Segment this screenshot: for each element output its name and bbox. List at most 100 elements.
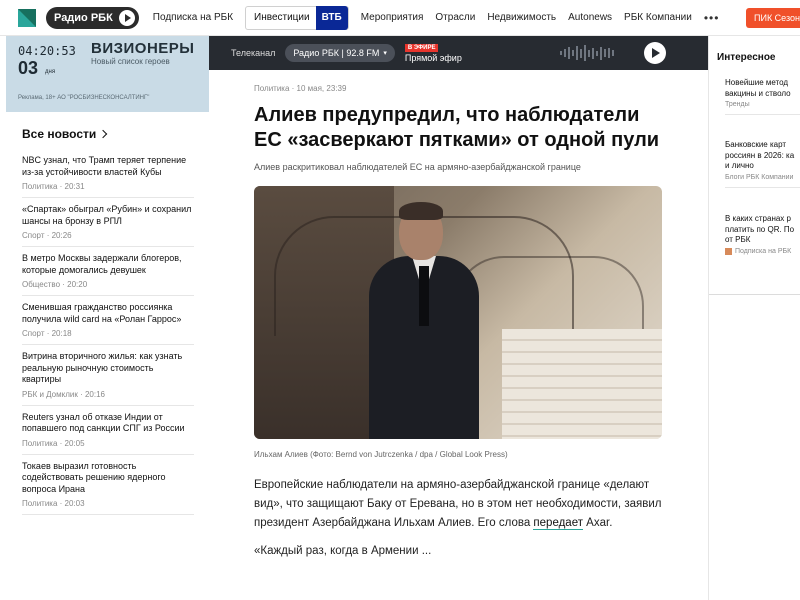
visionaries-promo-banner[interactable]: 04:20:53 03 дня ВИЗИОНЕРЫ Новый список г… bbox=[6, 36, 209, 112]
news-item[interactable]: Reuters узнал об отказе Индии от попавше… bbox=[22, 406, 194, 455]
interesting-item-meta-text: Тренды bbox=[725, 101, 750, 108]
nav-link-events[interactable]: Мероприятия bbox=[361, 12, 424, 23]
news-item[interactable]: Витрина вторичного жилья: как узнать реа… bbox=[22, 345, 194, 406]
news-item-title: В метро Москвы задержали блогеров, котор… bbox=[22, 253, 182, 275]
interesting-item-title-line: россиян в 2026: ка bbox=[725, 150, 795, 160]
news-item[interactable]: «Спартак» обыграл «Рубин» и сохранил шан… bbox=[22, 198, 194, 247]
waveform-bar bbox=[559, 51, 562, 55]
news-item-meta: Спорт · 20:26 bbox=[22, 231, 72, 240]
article-photo bbox=[254, 186, 662, 439]
live-label: Прямой эфир bbox=[404, 52, 462, 63]
waveform-bar bbox=[611, 50, 614, 56]
news-item-title: «Спартак» обыграл «Рубин» и сохранил шан… bbox=[22, 204, 192, 226]
article-subtitle: Алиев раскритиковал наблюдателей ЕС на а… bbox=[254, 162, 581, 172]
waveform-bar bbox=[599, 46, 602, 60]
nav-link-rbc-companies[interactable]: РБК Компании bbox=[624, 12, 692, 23]
interesting-item-title-line: от РБК bbox=[725, 235, 751, 244]
investments-label: Инвестиции bbox=[254, 12, 310, 23]
waveform-bar bbox=[587, 49, 590, 57]
radio-rbc-button[interactable]: Радио РБК bbox=[46, 6, 139, 29]
main-content: Телеканал Радио РБК | 92.8 FM ▾ В ЭФИРЕ … bbox=[209, 36, 708, 600]
interesting-item-meta: Подписка на РБК bbox=[725, 247, 800, 255]
all-news-label: Все новости bbox=[22, 127, 97, 141]
news-item-meta: Политика · 20:31 bbox=[22, 182, 85, 191]
nav-link-autonews[interactable]: Autonews bbox=[568, 12, 612, 23]
chevron-right-icon bbox=[99, 129, 108, 139]
interesting-item-title-line: Новейшие метод bbox=[725, 78, 789, 87]
news-item-meta: РБК и Домклик · 20:16 bbox=[22, 389, 105, 399]
divider bbox=[725, 186, 800, 188]
promo-title: ВИЗИОНЕРЫ bbox=[91, 40, 195, 57]
article-meta: Политика · 10 мая, 23:39 bbox=[254, 84, 347, 93]
article-headline: Алиев предупредил, что наблюдатели ЕС «з… bbox=[254, 104, 660, 151]
interesting-item-meta-text: Подписка на РБК bbox=[735, 247, 792, 255]
top-navigation: Радио РБК Подписка на РБК Инвестиции ВТБ… bbox=[0, 0, 800, 36]
waveform-bar bbox=[579, 48, 582, 58]
interesting-header: Интересное bbox=[717, 52, 776, 63]
promo-ad-note: Реклама, 18+ АО "РОСБИЗНЕСКОНСАЛТИНГ" bbox=[18, 95, 150, 101]
photo-caption: Ильхам Алиев (Фото: Bernd von Jutrczenka… bbox=[254, 450, 508, 459]
interesting-item-meta-text: Блоги РБК Компании bbox=[725, 173, 794, 181]
article: Политика · 10 мая, 23:39 Алиев предупред… bbox=[254, 84, 664, 557]
waveform-bar bbox=[607, 48, 610, 58]
waveform-bar bbox=[603, 49, 606, 57]
promo-subtitle: Новый список героев bbox=[91, 57, 170, 66]
news-item-title: NBC узнал, что Трамп теряет терпение из-… bbox=[22, 155, 187, 177]
news-item-title: Токаев выразил готовность содействовать … bbox=[22, 460, 166, 494]
live-play-button[interactable] bbox=[643, 42, 666, 64]
more-dots-icon[interactable]: ••• bbox=[704, 11, 720, 25]
waveform-bar bbox=[571, 50, 574, 56]
article-lead: Европейские наблюдатели на армяно-азерба… bbox=[254, 476, 664, 533]
news-item[interactable]: В метро Москвы задержали блогеров, котор… bbox=[22, 247, 194, 296]
interesting-item-title-line: вакцины и стволо bbox=[725, 88, 791, 98]
chevron-down-icon: ▾ bbox=[383, 50, 387, 57]
article-lead-text-end: Axar. bbox=[582, 517, 613, 529]
interesting-item[interactable]: Банковские карт россиян в 2026: ка и лич… bbox=[725, 140, 800, 188]
news-item-title: Reuters узнал об отказе Индии от попавше… bbox=[22, 411, 185, 434]
all-news-link[interactable]: Все новости bbox=[22, 127, 209, 141]
radio-rbc-label: Радио РБК bbox=[54, 11, 113, 24]
waveform-bar bbox=[583, 45, 586, 61]
countdown-days: 03 bbox=[18, 58, 39, 78]
tv-channel-link[interactable]: Телеканал bbox=[231, 48, 275, 58]
news-item[interactable]: Сменившая гражданство россиянка получила… bbox=[22, 296, 194, 345]
interesting-item-meta: Тренды bbox=[725, 101, 800, 108]
nav-link-realty[interactable]: Недвижимость bbox=[487, 12, 556, 23]
news-item-meta: Общество · 20:20 bbox=[22, 280, 88, 289]
live-broadcast-bar: Телеканал Радио РБК | 92.8 FM ▾ В ЭФИРЕ … bbox=[209, 36, 708, 70]
source-link[interactable]: передает bbox=[533, 517, 583, 530]
interesting-item-title-line: Банковские карт bbox=[725, 140, 787, 149]
news-item-meta: Политика · 20:05 bbox=[22, 438, 85, 448]
vtb-logo: ВТБ bbox=[315, 5, 348, 30]
news-item-title: Витрина вторичного жилья: как узнать реа… bbox=[22, 351, 183, 384]
rbc-logo-icon[interactable] bbox=[18, 8, 36, 27]
nav-link-industries[interactable]: Отрасли bbox=[435, 12, 475, 23]
interesting-item-title-line: В каких странах р bbox=[725, 214, 791, 223]
waveform-bar bbox=[591, 47, 594, 59]
on-air-badge: В ЭФИРЕ bbox=[404, 43, 439, 52]
audio-waveform-icon bbox=[559, 43, 616, 63]
divider bbox=[709, 294, 800, 295]
news-item[interactable]: Токаев выразил готовность содействовать … bbox=[22, 455, 194, 515]
divider bbox=[725, 114, 800, 115]
right-column: Интересное Новейшие метод вакцины и ство… bbox=[708, 36, 800, 600]
left-column: 04:20:53 03 дня ВИЗИОНЕРЫ Новый список г… bbox=[6, 36, 209, 600]
nav-link-subscription[interactable]: Подписка на РБК bbox=[153, 12, 233, 23]
news-item-title: Сменившая гражданство россиянка получила… bbox=[22, 302, 182, 324]
countdown-days-unit: дня bbox=[45, 69, 56, 75]
waveform-bar bbox=[595, 50, 598, 56]
interesting-item[interactable]: Новейшие метод вакцины и стволо Тренды bbox=[725, 78, 800, 115]
interesting-item-meta: Блоги РБК Компании bbox=[725, 174, 800, 181]
pik-promo-button[interactable]: ПИК Сезон 5 bbox=[746, 8, 800, 28]
article-paragraph: «Каждый раз, когда в Армении ... bbox=[254, 545, 432, 557]
countdown-clock: 04:20:53 bbox=[18, 44, 76, 58]
news-item[interactable]: NBC узнал, что Трамп теряет терпение из-… bbox=[22, 149, 194, 198]
on-air-indicator: В ЭФИРЕ Прямой эфир bbox=[404, 43, 462, 63]
station-selector[interactable]: Радио РБК | 92.8 FM ▾ bbox=[285, 44, 395, 62]
play-icon bbox=[118, 9, 135, 26]
waveform-bar bbox=[575, 46, 578, 60]
interesting-item[interactable]: В каких странах р платить по QR. По от Р… bbox=[725, 214, 800, 255]
station-label: Радио РБК | 92.8 FM bbox=[293, 48, 380, 58]
investments-button[interactable]: Инвестиции ВТБ bbox=[245, 5, 349, 30]
interesting-item-title-line: платить по QR. По bbox=[725, 224, 795, 234]
